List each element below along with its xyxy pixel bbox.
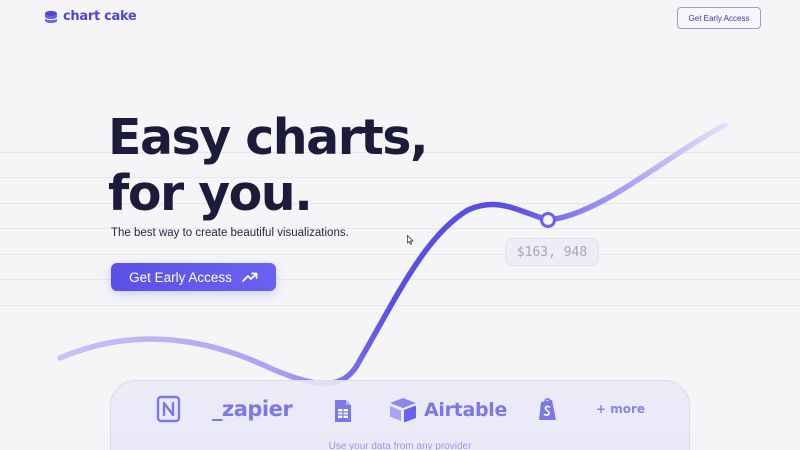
cake-icon: [44, 10, 58, 23]
hero-title-line-2: for you.: [108, 165, 313, 222]
hero-early-access-button[interactable]: Get Early Access: [111, 263, 276, 291]
chart-value-badge: $163, 948: [505, 238, 599, 266]
airtable-icon: [390, 398, 416, 423]
zapier-logo[interactable]: _zapier: [212, 397, 293, 421]
landing-page: chart cake Get Early Access $163, 948 Ea…: [0, 0, 800, 450]
grid-line: [0, 254, 800, 255]
header-early-access-button[interactable]: Get Early Access: [677, 7, 761, 29]
airtable-label: Airtable: [424, 399, 508, 421]
hero-title: Easy charts, for you.: [108, 110, 488, 222]
sheets-icon[interactable]: [333, 398, 353, 424]
integrations-logos: _zapier Airtable + more: [0, 394, 800, 430]
brand-name: chart cake: [63, 9, 137, 24]
shopify-icon[interactable]: [537, 396, 559, 422]
hero-title-line-1: Easy charts,: [108, 109, 429, 166]
chart-point-marker: [540, 212, 556, 228]
grid-line: [0, 305, 800, 306]
airtable-logo[interactable]: Airtable: [388, 396, 507, 424]
more-integrations-link[interactable]: + more: [596, 402, 645, 416]
integrations-caption: Use your data from any provider: [328, 441, 472, 450]
mouse-cursor-icon: [407, 235, 414, 245]
trending-up-icon: [241, 272, 258, 282]
hero-cta-label: Get Early Access: [129, 269, 232, 285]
notion-icon[interactable]: [156, 394, 182, 424]
brand-logo[interactable]: chart cake: [44, 9, 137, 24]
hero-subtitle: The best way to create beautiful visuali…: [111, 227, 349, 239]
